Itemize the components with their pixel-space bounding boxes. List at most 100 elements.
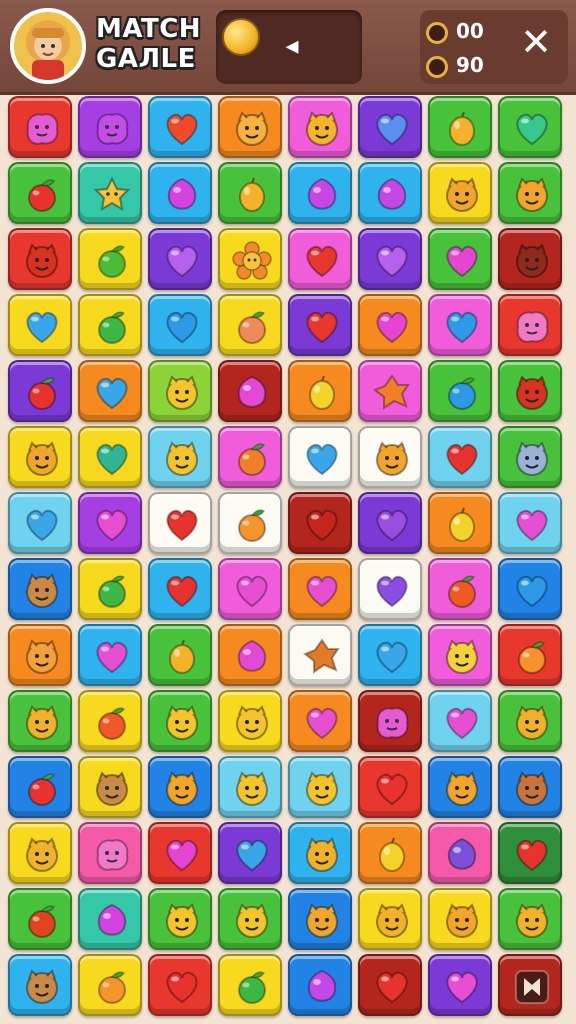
game-tile[interactable]: [78, 822, 142, 884]
game-tile[interactable]: [358, 96, 422, 158]
game-tile[interactable]: [218, 954, 282, 1016]
game-tile[interactable]: [8, 294, 72, 356]
game-tile[interactable]: [148, 294, 212, 356]
game-tile[interactable]: [8, 888, 72, 950]
game-tile[interactable]: [148, 228, 212, 290]
game-tile[interactable]: [288, 96, 352, 158]
game-tile[interactable]: [428, 888, 492, 950]
game-tile[interactable]: [358, 954, 422, 1016]
game-tile[interactable]: [78, 96, 142, 158]
game-tile[interactable]: [288, 954, 352, 1016]
game-tile[interactable]: [288, 624, 352, 686]
back-arrow-icon[interactable]: ◂: [276, 30, 308, 62]
game-tile[interactable]: [148, 756, 212, 818]
game-tile[interactable]: [78, 162, 142, 224]
game-tile[interactable]: [428, 162, 492, 224]
game-tile[interactable]: [428, 690, 492, 752]
game-tile[interactable]: [288, 228, 352, 290]
game-tile[interactable]: [358, 492, 422, 554]
game-tile[interactable]: [78, 360, 142, 422]
game-tile[interactable]: [8, 492, 72, 554]
game-tile[interactable]: [288, 162, 352, 224]
game-tile[interactable]: [218, 690, 282, 752]
game-tile[interactable]: [498, 690, 562, 752]
game-tile[interactable]: [428, 624, 492, 686]
game-tile[interactable]: [428, 228, 492, 290]
game-tile[interactable]: [218, 294, 282, 356]
game-tile[interactable]: [288, 756, 352, 818]
game-tile[interactable]: [148, 558, 212, 620]
game-tile[interactable]: [8, 624, 72, 686]
game-tile[interactable]: [78, 954, 142, 1016]
game-tile[interactable]: [288, 558, 352, 620]
game-tile[interactable]: [498, 822, 562, 884]
game-tile[interactable]: [148, 888, 212, 950]
game-tile[interactable]: [358, 360, 422, 422]
game-tile[interactable]: [218, 162, 282, 224]
game-tile[interactable]: [288, 690, 352, 752]
game-tile[interactable]: [218, 492, 282, 554]
game-tile[interactable]: [148, 96, 212, 158]
game-tile[interactable]: [218, 228, 282, 290]
game-tile[interactable]: [8, 558, 72, 620]
game-tile[interactable]: [218, 96, 282, 158]
game-tile[interactable]: [358, 426, 422, 488]
game-tile[interactable]: [428, 360, 492, 422]
game-tile[interactable]: [288, 822, 352, 884]
game-tile[interactable]: [148, 690, 212, 752]
game-tile[interactable]: [218, 822, 282, 884]
game-tile[interactable]: [498, 558, 562, 620]
game-tile[interactable]: [428, 294, 492, 356]
girl-avatar-icon[interactable]: [10, 8, 86, 84]
game-tile[interactable]: [78, 228, 142, 290]
game-tile[interactable]: [498, 756, 562, 818]
game-tile[interactable]: [428, 954, 492, 1016]
game-tile[interactable]: [148, 954, 212, 1016]
game-tile[interactable]: [358, 822, 422, 884]
game-tile[interactable]: [498, 492, 562, 554]
game-tile[interactable]: [8, 228, 72, 290]
game-tile[interactable]: [78, 756, 142, 818]
game-tile[interactable]: [428, 96, 492, 158]
game-tile[interactable]: [288, 426, 352, 488]
game-tile[interactable]: [78, 294, 142, 356]
game-tile[interactable]: [358, 294, 422, 356]
game-tile[interactable]: [8, 96, 72, 158]
game-tile[interactable]: [8, 426, 72, 488]
game-tile[interactable]: [428, 492, 492, 554]
game-tile[interactable]: [428, 558, 492, 620]
game-tile[interactable]: [358, 756, 422, 818]
game-tile[interactable]: [498, 228, 562, 290]
game-tile[interactable]: [288, 492, 352, 554]
game-tile[interactable]: [8, 360, 72, 422]
game-tile[interactable]: [358, 888, 422, 950]
game-tile[interactable]: [288, 888, 352, 950]
game-tile[interactable]: [148, 624, 212, 686]
game-tile[interactable]: [358, 690, 422, 752]
game-tile[interactable]: [358, 228, 422, 290]
game-tile[interactable]: [498, 96, 562, 158]
game-tile[interactable]: [148, 822, 212, 884]
game-tile[interactable]: [498, 162, 562, 224]
game-tile[interactable]: [8, 162, 72, 224]
game-tile[interactable]: [498, 294, 562, 356]
game-tile[interactable]: [218, 888, 282, 950]
game-tile[interactable]: [218, 756, 282, 818]
game-tile[interactable]: [498, 360, 562, 422]
game-tile[interactable]: [78, 690, 142, 752]
game-tile[interactable]: [498, 888, 562, 950]
game-tile[interactable]: [498, 426, 562, 488]
game-tile[interactable]: [358, 624, 422, 686]
game-tile[interactable]: [358, 162, 422, 224]
game-tile[interactable]: [8, 822, 72, 884]
game-tile[interactable]: [78, 492, 142, 554]
game-tile[interactable]: [8, 954, 72, 1016]
game-tile[interactable]: [148, 492, 212, 554]
game-tile[interactable]: [428, 426, 492, 488]
game-tile[interactable]: [498, 624, 562, 686]
game-tile[interactable]: [218, 624, 282, 686]
game-tile[interactable]: [148, 426, 212, 488]
close-x-icon[interactable]: ✕: [516, 22, 556, 62]
game-tile[interactable]: [288, 360, 352, 422]
game-tile[interactable]: [428, 822, 492, 884]
